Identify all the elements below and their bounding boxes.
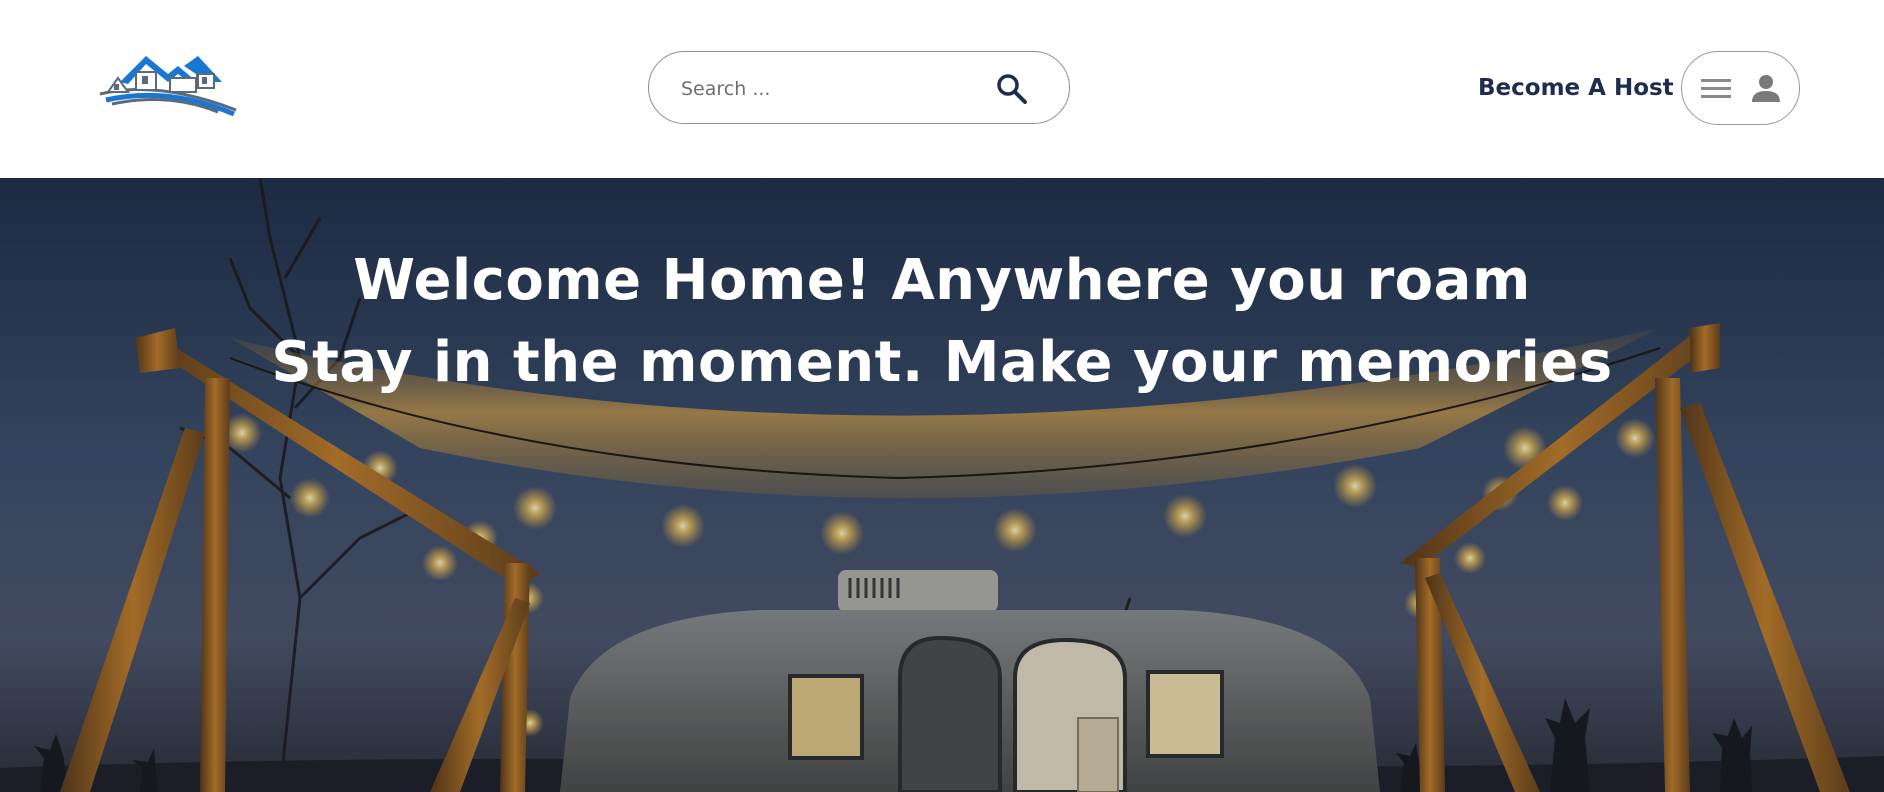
user-menu-button[interactable] <box>1681 51 1800 125</box>
search-icon <box>997 74 1027 104</box>
hamburger-menu-icon <box>1701 79 1731 98</box>
logo[interactable] <box>98 52 238 117</box>
house-rooftops-logo-icon <box>99 56 237 117</box>
hero-headline: Welcome Home! Anywhere you roam Stay in … <box>0 240 1884 404</box>
search-input[interactable] <box>679 70 983 108</box>
become-a-host-link[interactable]: Become A Host <box>1478 71 1674 105</box>
search-bar <box>648 51 1070 124</box>
hero-headline-line-1: Welcome Home! Anywhere you roam <box>353 248 1531 313</box>
user-icon <box>1752 75 1780 102</box>
hero-headline-line-2: Stay in the moment. Make your memories <box>271 330 1613 395</box>
site-header: Become A Host <box>0 0 1884 178</box>
search-button[interactable] <box>995 72 1029 106</box>
hero-banner: Welcome Home! Anywhere you roam Stay in … <box>0 178 1884 792</box>
